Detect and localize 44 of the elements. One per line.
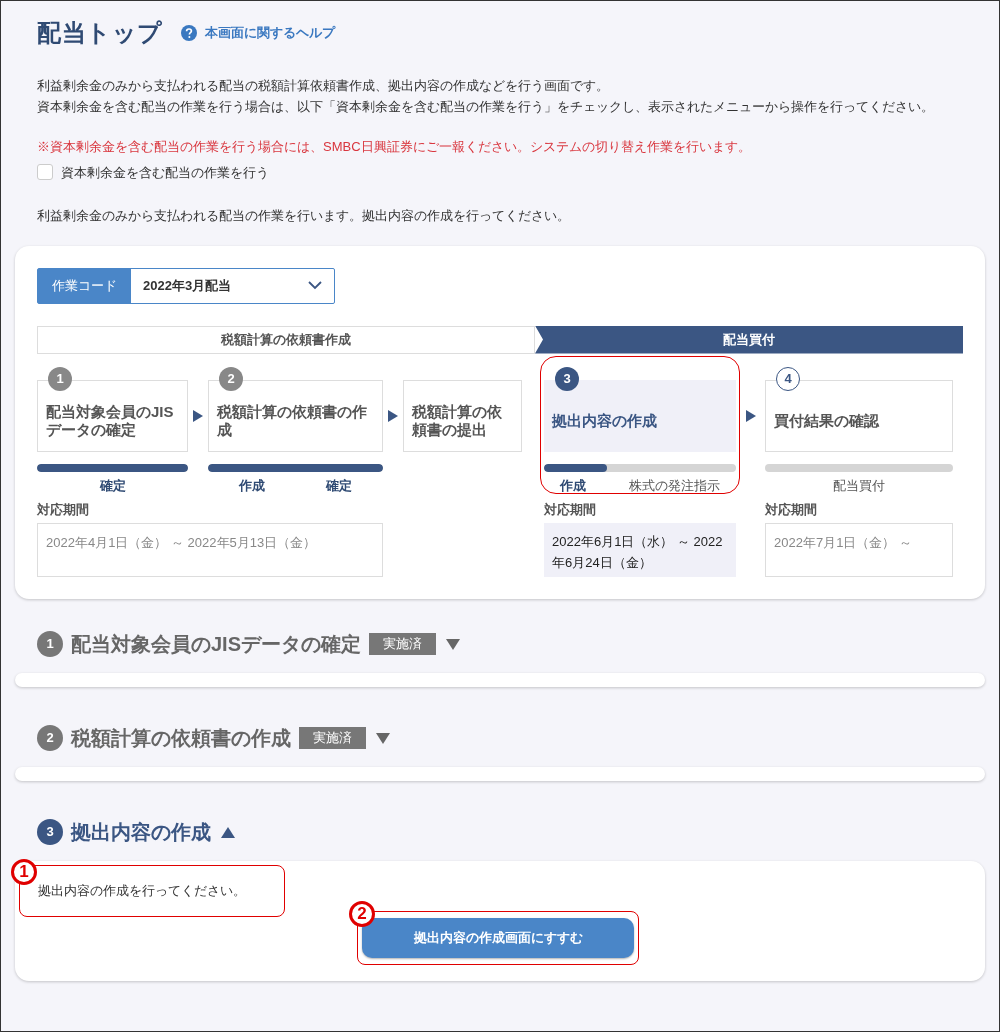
status-badge: 実施済 bbox=[299, 727, 366, 749]
progress-label: 確定 bbox=[99, 476, 126, 495]
section-title: 配当対象会員のJISデータの確定 bbox=[71, 632, 362, 657]
step-arrow-icon bbox=[388, 409, 398, 422]
status-badge: 実施済 bbox=[369, 633, 437, 655]
period-value: 2022年4月1日（金） ～ 2022年5月13日（金） bbox=[37, 523, 383, 577]
status-text: 利益剰余金のみから支払われる配当の作業を行います。拠出内容の作成を行ってください。 bbox=[37, 207, 571, 225]
progress-label: 作成 bbox=[560, 476, 586, 495]
section-number: 1 bbox=[37, 631, 63, 657]
proceed-button[interactable]: 拠出内容の作成画面にすすむ bbox=[362, 918, 634, 958]
phase-tab[interactable]: 配当買付 bbox=[535, 325, 963, 354]
callout-number: 1 bbox=[11, 859, 37, 885]
period-label: 対応期間 bbox=[37, 500, 90, 519]
phase-tab[interactable]: 税額計算の依頼書作成 bbox=[37, 325, 535, 354]
period-value: 2022年6月1日（水） ～ 2022年6月24日（金） bbox=[544, 523, 736, 577]
step-number: 3 bbox=[555, 366, 579, 391]
step-card[interactable]: 税額計算の依頼書の提出 bbox=[403, 379, 522, 452]
notice-text: ※資本剰余金を含む配当の作業を行う場合には、SMBC日興証券にご一報ください。システムの切り替え作業を行います。 bbox=[37, 138, 752, 156]
chevron-down-icon bbox=[308, 281, 322, 290]
page-title: 配当トップ bbox=[37, 18, 163, 48]
period-value: 2022年7月1日（金） ～ bbox=[765, 523, 953, 577]
step-number: 2 bbox=[219, 366, 243, 391]
section-number: 2 bbox=[37, 725, 63, 751]
step-arrow-icon bbox=[193, 409, 203, 422]
step-number: 1 bbox=[48, 366, 72, 391]
progress-label: 作成 bbox=[238, 476, 265, 495]
intro-text: 資本剰余金を含む配当の作業を行う場合は、以下「資本剰余金を含む配当の作業を行う」をチェックし、表示されたメニューから操作を行ってください。 bbox=[37, 98, 935, 116]
period-label: 対応期間 bbox=[765, 500, 818, 519]
section-title: 税額計算の依頼書の作成 bbox=[71, 726, 291, 751]
step-number: 4 bbox=[776, 366, 800, 391]
period-label: 対応期間 bbox=[544, 500, 597, 519]
section-number: 3 bbox=[37, 819, 63, 845]
callout-number: 2 bbox=[349, 901, 375, 927]
help-icon bbox=[181, 25, 197, 41]
work-code-select[interactable]: 作業コード 2022年3月配当 bbox=[37, 267, 335, 304]
progress-label: 配当買付 bbox=[833, 476, 885, 495]
progress-label: 株式の発注指示 bbox=[629, 476, 720, 495]
section-title: 拠出内容の作成 bbox=[71, 820, 211, 845]
checkbox[interactable]: 資本剰余金を含む配当の作業を行う bbox=[37, 162, 963, 182]
help-link[interactable]: 本画面に関するヘルプ bbox=[181, 23, 335, 43]
intro-text: 利益剰余金のみから支払われる配当の税額計算依頼書作成、拠出内容の作成などを行う画面です。 bbox=[37, 77, 610, 95]
section-message: 拠出内容の作成を行ってください。 bbox=[38, 882, 246, 901]
progress-label: 確定 bbox=[326, 476, 353, 495]
step-arrow-icon bbox=[745, 409, 756, 422]
